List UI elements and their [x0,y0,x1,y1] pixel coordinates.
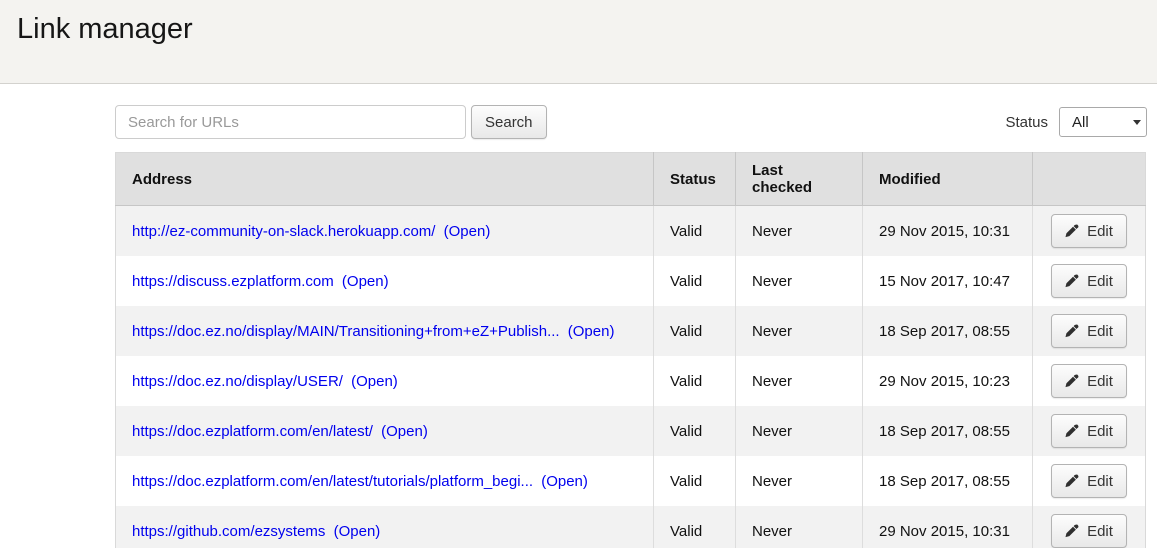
actions-cell: Edit [1033,406,1146,456]
pencil-icon [1065,524,1079,538]
table-row: https://discuss.ezplatform.com (Open) Va… [116,256,1146,306]
top-header-bar: Link manager [0,0,1157,84]
status-cell: Valid [654,356,736,406]
pencil-icon [1065,224,1079,238]
pencil-icon [1065,474,1079,488]
actions-cell: Edit [1033,456,1146,506]
last-checked-cell: Never [736,206,863,257]
pencil-icon [1065,374,1079,388]
address-cell: https://doc.ezplatform.com/en/latest/tut… [116,456,654,506]
open-link[interactable]: (Open) [568,323,615,340]
edit-button[interactable]: Edit [1051,364,1127,398]
url-link[interactable]: https://doc.ez.no/display/USER/ [132,373,343,390]
status-cell: Valid [654,306,736,356]
open-link[interactable]: (Open) [342,273,389,290]
edit-button[interactable]: Edit [1051,314,1127,348]
url-link[interactable]: https://doc.ezplatform.com/en/latest/ [132,423,373,440]
last-checked-cell: Never [736,506,863,548]
url-link[interactable]: https://github.com/ezsystems [132,523,325,540]
status-filter-group: Status All [1005,107,1147,137]
status-cell: Valid [654,456,736,506]
status-cell: Valid [654,506,736,548]
page-title: Link manager [17,14,1157,46]
modified-cell: 29 Nov 2015, 10:31 [863,506,1033,548]
table-row: https://doc.ezplatform.com/en/latest/tut… [116,456,1146,506]
status-cell: Valid [654,406,736,456]
address-cell: https://doc.ezplatform.com/en/latest/ (O… [116,406,654,456]
last-checked-cell: Never [736,306,863,356]
url-table-header: Address Status Last checked Modified [116,153,1146,206]
pencil-icon [1065,324,1079,338]
url-link[interactable]: https://doc.ezplatform.com/en/latest/tut… [132,473,533,490]
column-header-last-checked: Last checked [736,153,863,206]
address-cell: https://github.com/ezsystems (Open) [116,506,654,548]
last-checked-cell: Never [736,406,863,456]
modified-cell: 18 Sep 2017, 08:55 [863,406,1033,456]
address-cell: https://doc.ez.no/display/USER/ (Open) [116,356,654,406]
address-cell: https://doc.ez.no/display/MAIN/Transitio… [116,306,654,356]
pencil-icon [1065,274,1079,288]
last-checked-cell: Never [736,356,863,406]
url-table-body: http://ez-community-on-slack.herokuapp.c… [116,206,1146,548]
column-header-modified: Modified [863,153,1033,206]
actions-cell: Edit [1033,306,1146,356]
actions-cell: Edit [1033,356,1146,406]
status-cell: Valid [654,206,736,257]
edit-button-label: Edit [1087,473,1113,490]
actions-cell: Edit [1033,506,1146,548]
url-link[interactable]: http://ez-community-on-slack.herokuapp.c… [132,223,435,240]
open-link[interactable]: (Open) [541,473,588,490]
modified-cell: 18 Sep 2017, 08:55 [863,306,1033,356]
modified-cell: 15 Nov 2017, 10:47 [863,256,1033,306]
edit-button-label: Edit [1087,373,1113,390]
table-row: https://github.com/ezsystems (Open) Vali… [116,506,1146,548]
edit-button[interactable]: Edit [1051,464,1127,498]
status-select-wrap: All [1059,107,1147,137]
edit-button[interactable]: Edit [1051,414,1127,448]
pencil-icon [1065,424,1079,438]
column-header-status: Status [654,153,736,206]
table-row: https://doc.ez.no/display/USER/ (Open) V… [116,356,1146,406]
edit-button-label: Edit [1087,273,1113,290]
table-row: https://doc.ezplatform.com/en/latest/ (O… [116,406,1146,456]
url-table: Address Status Last checked Modified htt… [115,152,1146,548]
last-checked-cell: Never [736,456,863,506]
edit-button[interactable]: Edit [1051,264,1127,298]
open-link[interactable]: (Open) [334,523,381,540]
edit-button-label: Edit [1087,523,1113,540]
actions-cell: Edit [1033,256,1146,306]
table-row: http://ez-community-on-slack.herokuapp.c… [116,206,1146,257]
modified-cell: 29 Nov 2015, 10:31 [863,206,1033,257]
search-input[interactable] [115,105,466,139]
status-select[interactable]: All [1059,107,1147,137]
edit-button-label: Edit [1087,223,1113,240]
modified-cell: 29 Nov 2015, 10:23 [863,356,1033,406]
address-cell: https://discuss.ezplatform.com (Open) [116,256,654,306]
modified-cell: 18 Sep 2017, 08:55 [863,456,1033,506]
edit-button-label: Edit [1087,423,1113,440]
address-cell: http://ez-community-on-slack.herokuapp.c… [116,206,654,257]
status-filter-label: Status [1005,114,1048,131]
column-header-actions [1033,153,1146,206]
url-link[interactable]: https://discuss.ezplatform.com [132,273,334,290]
search-button[interactable]: Search [471,105,547,139]
status-cell: Valid [654,256,736,306]
main-content: Search Status All Address Status Last ch… [115,105,1147,548]
url-link[interactable]: https://doc.ez.no/display/MAIN/Transitio… [132,323,560,340]
open-link[interactable]: (Open) [381,423,428,440]
edit-button-label: Edit [1087,323,1113,340]
edit-button[interactable]: Edit [1051,214,1127,248]
open-link[interactable]: (Open) [351,373,398,390]
last-checked-cell: Never [736,256,863,306]
toolbar: Search Status All [115,105,1147,139]
actions-cell: Edit [1033,206,1146,257]
open-link[interactable]: (Open) [444,223,491,240]
table-row: https://doc.ez.no/display/MAIN/Transitio… [116,306,1146,356]
edit-button[interactable]: Edit [1051,514,1127,548]
column-header-address: Address [116,153,654,206]
